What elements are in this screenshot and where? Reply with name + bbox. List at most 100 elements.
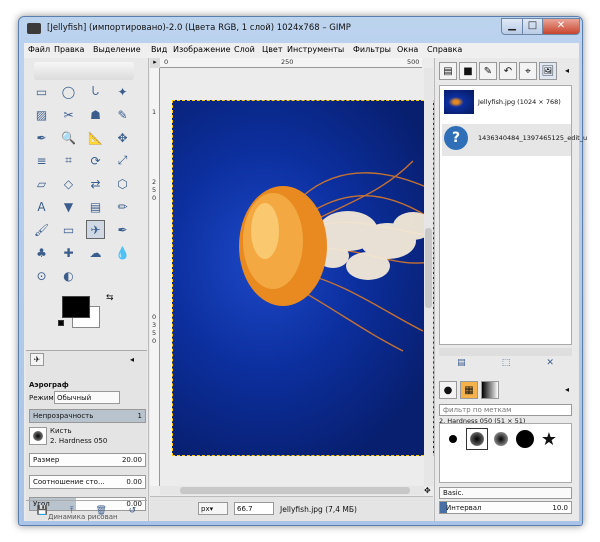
restore-options-icon[interactable]: ⤒ xyxy=(70,506,74,516)
brush-preview[interactable] xyxy=(29,427,47,445)
pointer-tab-icon[interactable]: ⌖ xyxy=(519,62,537,80)
unified-transform-icon[interactable]: ⊙ xyxy=(32,266,51,285)
menu-windows[interactable]: Окна xyxy=(397,45,418,54)
dock-config-icon[interactable]: ◂ xyxy=(565,66,569,75)
aspect-ratio-slider[interactable]: Соотношение сто... 0.00 xyxy=(29,475,146,489)
perspective-icon[interactable]: ◇ xyxy=(59,174,78,193)
move-icon[interactable]: ✥ xyxy=(113,128,132,147)
patterns-tab-icon[interactable]: ▦ xyxy=(460,381,478,399)
dock-scrollbar[interactable] xyxy=(439,348,572,356)
flip-icon[interactable]: ⇄ xyxy=(86,174,105,193)
color-select-icon[interactable]: ▨ xyxy=(32,105,51,124)
horizontal-scroll-thumb[interactable] xyxy=(180,487,410,494)
image-row[interactable]: ? 1436340484_1397465125_edit_u xyxy=(442,124,587,156)
clone-icon[interactable]: ♣ xyxy=(32,243,51,262)
heal-icon[interactable]: ✚ xyxy=(59,243,78,262)
unit-select[interactable]: px▾ xyxy=(198,502,228,515)
reset-options-icon[interactable]: ↺ xyxy=(129,506,137,516)
close-button[interactable]: ✕ xyxy=(542,18,580,35)
brushes-tab-icon[interactable]: ● xyxy=(439,381,457,399)
raise-image-icon[interactable]: ▤ xyxy=(457,358,466,374)
title-bar[interactable]: [Jellyfish] (импортировано)-2.0 (Цвета R… xyxy=(19,17,582,41)
save-options-icon[interactable]: 💾 xyxy=(37,506,48,516)
undo-tab-icon[interactable]: ↶ xyxy=(499,62,517,80)
minimize-button[interactable]: ▁ xyxy=(501,18,523,35)
warp-icon[interactable]: ◐ xyxy=(59,266,78,285)
text-icon[interactable]: A xyxy=(32,197,51,216)
channels-tab-icon[interactable]: ■ xyxy=(459,62,477,80)
menu-layer[interactable]: Слой xyxy=(234,45,255,54)
smudge-icon[interactable]: ☁ xyxy=(86,243,105,262)
new-view-icon[interactable]: ⬚ xyxy=(502,358,511,374)
size-slider[interactable]: Размер 20.00 xyxy=(29,453,146,467)
paths-icon[interactable]: ✎ xyxy=(113,105,132,124)
brush-item[interactable] xyxy=(514,428,536,450)
tool-options-tab-icon[interactable]: ✈ xyxy=(30,353,44,366)
fuzzy-select-icon[interactable]: ✦ xyxy=(113,82,132,101)
brush-item[interactable] xyxy=(490,428,512,450)
vertical-scrollbar[interactable] xyxy=(424,68,433,486)
zoom-select[interactable]: 66.7 xyxy=(234,502,274,515)
scissors-icon[interactable]: ✂ xyxy=(59,105,78,124)
rect-select-icon[interactable]: ▭ xyxy=(32,82,51,101)
pencil-icon[interactable]: ✏ xyxy=(113,197,132,216)
swap-colors-icon[interactable]: ⇆ xyxy=(106,293,114,303)
layers-tab-icon[interactable]: ▤ xyxy=(439,62,457,80)
preset-select[interactable]: Basic. xyxy=(439,487,572,499)
scale-icon[interactable]: ⤢ xyxy=(113,151,132,170)
delete-image-icon[interactable]: ✕ xyxy=(546,358,554,374)
menu-filters[interactable]: Фильтры xyxy=(353,45,391,54)
opacity-slider[interactable]: Непрозрачность 1 xyxy=(29,409,146,423)
zoom-icon[interactable]: 🔍 xyxy=(59,128,78,147)
crop-icon[interactable]: ⌗ xyxy=(59,151,78,170)
dodge-burn-icon[interactable]: 💧 xyxy=(113,243,132,262)
quick-mask-corner-icon[interactable]: ▸ xyxy=(150,58,160,68)
eraser-icon[interactable]: ▭ xyxy=(59,220,78,239)
airbrush-icon[interactable]: ✈ xyxy=(86,220,105,239)
paths-tab-icon[interactable]: ✎ xyxy=(479,62,497,80)
ellipse-select-icon[interactable]: ◯ xyxy=(59,82,78,101)
paintbrush-icon[interactable]: 🖌 xyxy=(32,220,51,239)
brush-dock-config-icon[interactable]: ◂ xyxy=(565,385,569,394)
brush-item-selected[interactable] xyxy=(466,428,488,450)
foreground-color-swatch[interactable] xyxy=(62,296,90,318)
menu-file[interactable]: Файл xyxy=(28,45,50,54)
vertical-scroll-thumb[interactable] xyxy=(425,228,432,308)
align-icon[interactable]: ≡ xyxy=(32,151,51,170)
brush-item[interactable]: ★ xyxy=(538,428,560,450)
blend-icon[interactable]: ▤ xyxy=(86,197,105,216)
gradients-tab-icon[interactable] xyxy=(481,381,499,399)
brush-item[interactable] xyxy=(442,428,464,450)
bucket-fill-icon[interactable]: ▼ xyxy=(59,197,78,216)
menu-view[interactable]: Вид xyxy=(151,45,167,54)
image-row[interactable]: Jellyfish.jpg (1024 × 768) xyxy=(442,88,571,120)
menu-select[interactable]: Выделение xyxy=(93,45,141,54)
image-canvas[interactable] xyxy=(172,100,434,456)
lasso-icon[interactable]: ᘂ xyxy=(86,82,105,101)
menu-image[interactable]: Изображение xyxy=(173,45,231,54)
navigate-icon[interactable]: ✥ xyxy=(424,486,433,495)
menu-edit[interactable]: Правка xyxy=(54,45,84,54)
foreground-select-icon[interactable]: ☗ xyxy=(86,105,105,124)
wilber-drop-area[interactable] xyxy=(34,62,134,80)
ink-icon[interactable]: ✒ xyxy=(113,220,132,239)
tag-filter-field[interactable]: фильтр по меткам xyxy=(439,404,572,416)
cage-icon[interactable]: ⬡ xyxy=(113,174,132,193)
delete-options-icon[interactable]: 🗑 xyxy=(95,506,106,516)
menu-tools[interactable]: Инструменты xyxy=(287,45,344,54)
maximize-button[interactable]: □ xyxy=(522,18,543,35)
spacing-slider[interactable]: Интервал 10.0 xyxy=(439,501,572,514)
color-picker-icon[interactable]: ✒ xyxy=(32,128,51,147)
images-tab-icon[interactable]: 🖼 xyxy=(539,62,557,80)
menu-help[interactable]: Справка xyxy=(427,45,462,54)
measure-icon[interactable]: 📐 xyxy=(86,128,105,147)
horizontal-scrollbar[interactable] xyxy=(160,486,424,495)
shear-icon[interactable]: ▱ xyxy=(32,174,51,193)
mode-select[interactable]: Обычный xyxy=(54,391,120,404)
default-colors-icon[interactable] xyxy=(58,320,64,326)
menu-colors[interactable]: Цвет xyxy=(262,45,283,54)
spacing-value: 10.0 xyxy=(552,504,568,512)
ruler-top-label: 250 xyxy=(281,58,294,66)
rotate-icon[interactable]: ⟳ xyxy=(86,151,105,170)
configure-tab-icon[interactable]: ◂ xyxy=(130,355,134,364)
